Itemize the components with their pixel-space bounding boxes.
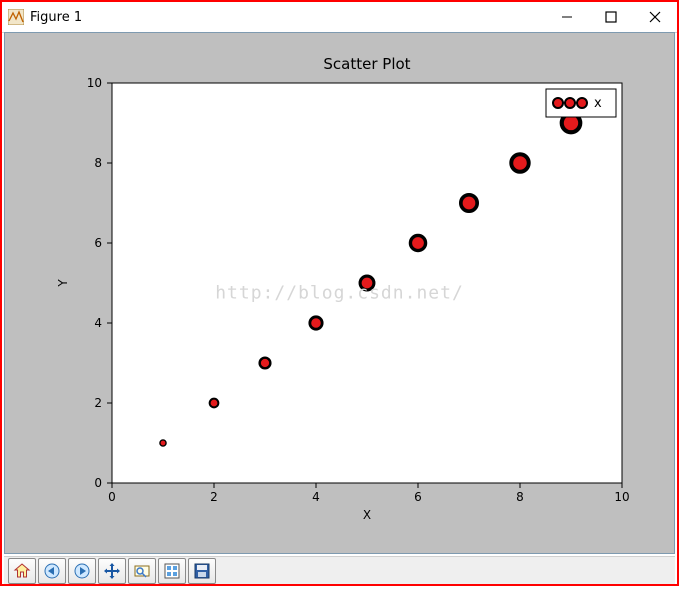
svg-text:x: x <box>594 96 602 111</box>
pan-button[interactable] <box>98 558 126 584</box>
svg-text:6: 6 <box>94 236 102 250</box>
subplots-button[interactable] <box>158 558 186 584</box>
svg-text:4: 4 <box>94 316 102 330</box>
scatter-plot: 0 2 4 6 8 10 0 2 4 6 8 10 X Y Scatter Plot x <box>27 43 652 543</box>
home-button[interactable] <box>8 558 36 584</box>
minimize-button[interactable] <box>545 2 589 32</box>
save-button[interactable] <box>188 558 216 584</box>
titlebar: Figure 1 <box>2 2 677 33</box>
svg-text:0: 0 <box>94 476 102 490</box>
window-frame: Figure 1 02468100246810XYScatter Plotx h… <box>0 0 679 586</box>
back-button[interactable] <box>38 558 66 584</box>
svg-text:Scatter Plot: Scatter Plot <box>323 55 410 73</box>
app-icon <box>8 9 24 25</box>
window-title: Figure 1 <box>30 10 82 25</box>
svg-text:Y: Y <box>56 279 70 288</box>
svg-text:2: 2 <box>210 490 218 504</box>
close-button[interactable] <box>633 2 677 32</box>
nav-toolbar <box>4 556 675 584</box>
svg-text:10: 10 <box>87 76 102 90</box>
svg-text:8: 8 <box>94 156 102 170</box>
figure-canvas: 02468100246810XYScatter Plotx http://blo… <box>4 32 675 554</box>
svg-text:0: 0 <box>108 490 116 504</box>
forward-button[interactable] <box>68 558 96 584</box>
svg-text:4: 4 <box>312 490 320 504</box>
svg-text:X: X <box>363 508 371 522</box>
svg-text:10: 10 <box>614 490 629 504</box>
svg-text:2: 2 <box>94 396 102 410</box>
svg-text:8: 8 <box>516 490 524 504</box>
zoom-button[interactable] <box>128 558 156 584</box>
svg-text:6: 6 <box>414 490 422 504</box>
maximize-button[interactable] <box>589 2 633 32</box>
